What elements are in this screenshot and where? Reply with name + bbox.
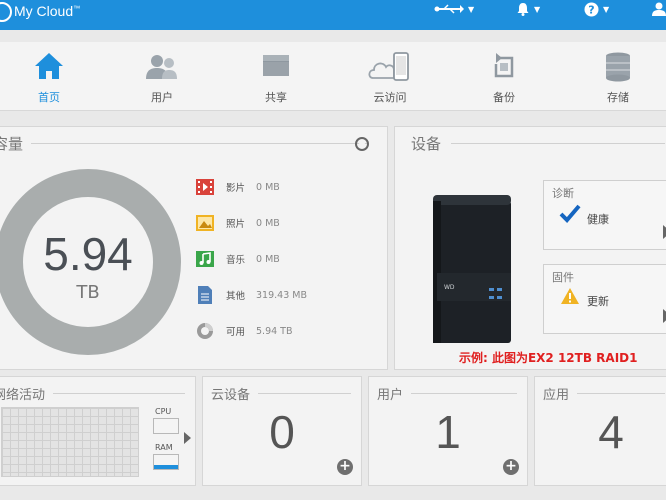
legend-value: 0 MB xyxy=(256,253,280,265)
main-nav: 首页 用户 共享 云访问 备份 存储 xyxy=(0,42,666,111)
nav-label: 共享 xyxy=(265,91,287,104)
ram-meter-fill xyxy=(154,465,178,469)
diagnostics-status: 健康 xyxy=(587,213,609,226)
backup-icon xyxy=(494,53,514,78)
svg-text:WD: WD xyxy=(444,284,455,291)
legend-value: 5.94 TB xyxy=(256,325,293,337)
legend-photo: 照片 0 MB xyxy=(196,214,280,232)
device-caption: 示例: 此图为EX2 12TB RAID1 xyxy=(459,351,638,365)
folder-icon xyxy=(263,55,289,76)
nav-shares[interactable]: 共享 xyxy=(231,42,321,110)
chevron-down-icon: ▼ xyxy=(534,4,541,14)
divider xyxy=(409,393,517,394)
cpu-label: CPU xyxy=(155,407,172,416)
chevron-right-icon[interactable] xyxy=(184,432,191,444)
music-icon xyxy=(196,250,214,268)
photo-icon xyxy=(196,214,214,232)
app-brand[interactable]: My Cloud™ xyxy=(14,3,80,19)
nav-users[interactable]: 用户 xyxy=(117,42,207,110)
nav-label: 首页 xyxy=(38,91,60,104)
legend-music: 音乐 0 MB xyxy=(196,250,280,268)
help-icon: ? xyxy=(584,2,599,16)
device-panel: 设备 WD 诊断 健康 固件 更新 示例: 此图为EX2 12TB RAID1 xyxy=(394,126,666,370)
legend-value: 0 MB xyxy=(256,217,280,229)
chevron-down-icon: ▼ xyxy=(603,4,610,14)
divider xyxy=(9,143,367,144)
pie-icon xyxy=(196,322,214,340)
legend-value: 319.43 MB xyxy=(256,289,307,301)
cloud-devices-count: 0 xyxy=(269,406,295,458)
document-icon xyxy=(196,286,214,304)
add-user-button[interactable]: + xyxy=(503,459,519,475)
cloud-access-icon xyxy=(368,52,409,81)
legend-other: 其他 319.43 MB xyxy=(196,286,307,304)
video-icon xyxy=(196,178,214,196)
storage-icon xyxy=(606,52,630,82)
divider xyxy=(575,393,665,394)
users-panel: 用户 1 + xyxy=(368,376,528,486)
chevron-down-icon: ▼ xyxy=(468,4,475,14)
firmware-box[interactable]: 固件 更新 xyxy=(543,264,666,334)
bell-icon xyxy=(517,3,529,16)
legend-video: 影片 0 MB xyxy=(196,178,280,196)
nas-device-image: WD xyxy=(433,195,511,343)
home-icon xyxy=(35,53,63,79)
cloud-devices-panel: 云设备 0 + xyxy=(202,376,362,486)
network-title: 网络活动 xyxy=(0,384,54,403)
ram-meter xyxy=(153,454,179,470)
divider xyxy=(451,143,665,144)
legend-label: 可用 xyxy=(226,327,246,338)
legend-label: 音乐 xyxy=(226,255,246,266)
apps-title: 应用 xyxy=(543,384,578,403)
diagnostics-box[interactable]: 诊断 健康 xyxy=(543,180,666,250)
cpu-meter xyxy=(153,418,179,434)
legend-value: 0 MB xyxy=(256,181,280,193)
nav-home[interactable]: 首页 xyxy=(4,42,94,110)
capacity-panel: 容量 5.94 TB 影片 0 MB 照片 0 MB 音乐 0 MB 其他 31… xyxy=(0,126,388,370)
capacity-free-unit: TB xyxy=(76,282,100,303)
ram-label: RAM xyxy=(155,443,173,452)
user-menu[interactable] xyxy=(652,0,666,18)
nav-label: 存储 xyxy=(607,91,629,104)
firmware-status: 更新 xyxy=(587,295,609,308)
nav-cloud-access[interactable]: 云访问 xyxy=(345,42,435,110)
divider xyxy=(255,393,351,394)
legend-label: 影片 xyxy=(226,183,246,194)
diagnostics-title: 诊断 xyxy=(552,187,574,200)
users-icon xyxy=(146,55,177,79)
user-icon xyxy=(652,2,666,16)
apps-count: 4 xyxy=(598,406,624,458)
nav-storage[interactable]: 存储 xyxy=(573,42,663,110)
nav-backup[interactable]: 备份 xyxy=(459,42,549,110)
users-title: 用户 xyxy=(377,384,412,403)
legend-free: 可用 5.94 TB xyxy=(196,322,293,340)
network-panel: 网络活动 CPU RAM xyxy=(0,376,196,486)
add-cloud-device-button[interactable]: + xyxy=(337,459,353,475)
nav-label: 用户 xyxy=(151,91,173,104)
apps-panel: 应用 4 xyxy=(534,376,666,486)
capacity-free-value: 5.94 xyxy=(43,228,133,280)
firmware-title: 固件 xyxy=(552,271,574,284)
usb-menu[interactable]: ▼ xyxy=(434,0,474,18)
usb-icon xyxy=(434,4,464,14)
users-count: 1 xyxy=(435,406,461,458)
help-menu[interactable]: ? ▼ xyxy=(584,0,609,18)
device-title: 设备 xyxy=(411,133,450,154)
warning-icon xyxy=(561,288,579,304)
top-bar: My Cloud™ ▼ ▼ ? ▼ xyxy=(0,0,666,30)
legend-label: 其他 xyxy=(226,291,246,302)
capacity-title: 容量 xyxy=(0,133,32,154)
network-graph xyxy=(1,407,139,477)
gear-icon[interactable] xyxy=(355,137,369,151)
legend-label: 照片 xyxy=(226,219,246,230)
cloud-devices-title: 云设备 xyxy=(211,384,259,403)
brand-logo-icon xyxy=(0,2,12,22)
svg-text:?: ? xyxy=(588,3,594,16)
checkmark-icon xyxy=(559,204,581,223)
notifications-menu[interactable]: ▼ xyxy=(516,0,540,18)
nav-label: 云访问 xyxy=(373,91,407,104)
divider xyxy=(41,393,185,394)
nav-label: 备份 xyxy=(493,91,515,104)
